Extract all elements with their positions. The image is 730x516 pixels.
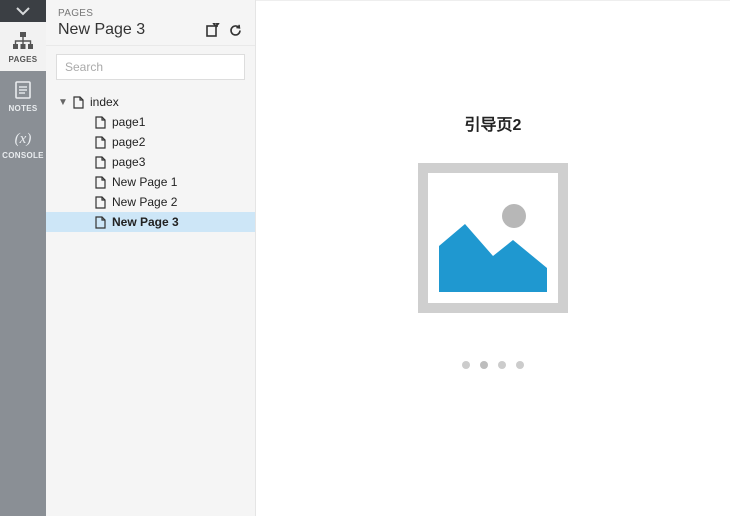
tree-folder-index[interactable]: ▼ index: [46, 92, 255, 112]
tree-item-label: page2: [112, 135, 145, 149]
preview-title: 引导页2: [465, 111, 522, 135]
tree-item[interactable]: page3: [46, 152, 255, 172]
refresh-icon[interactable]: [228, 23, 243, 38]
page-icon: [92, 196, 108, 209]
chevron-down-icon: [16, 6, 30, 16]
canvas[interactable]: 引导页2: [256, 0, 730, 516]
preview-block: 引导页2: [418, 111, 568, 369]
page-icon: [92, 136, 108, 149]
page-icon: [92, 156, 108, 169]
pages-panel: PAGES New Page 3 ▼ index: [46, 0, 256, 516]
variable-icon: (x): [11, 129, 35, 147]
tree-item-label: page1: [112, 115, 145, 129]
pager-dot[interactable]: [516, 361, 524, 369]
image-placeholder-graphic: [439, 184, 547, 292]
panel-title: New Page 3: [58, 21, 145, 39]
search-input[interactable]: [56, 54, 245, 80]
rail-tab-label: CONSOLE: [2, 151, 44, 160]
rail-tab-label: PAGES: [9, 55, 38, 64]
rail-tab-notes[interactable]: NOTES: [0, 71, 46, 120]
page-icon: [92, 116, 108, 129]
tree-item-label: New Page 3: [112, 215, 179, 229]
page-icon: [92, 176, 108, 189]
tree-item-label: New Page 1: [112, 175, 177, 189]
tree-item-label: page3: [112, 155, 145, 169]
pager-dot[interactable]: [498, 361, 506, 369]
tree-item[interactable]: New Page 2: [46, 192, 255, 212]
image-placeholder[interactable]: [418, 163, 568, 313]
page-tree: ▼ index page1 page2 page3 New Page 1: [46, 88, 255, 516]
panel-overline: PAGES: [58, 8, 243, 19]
tree-item[interactable]: page1: [46, 112, 255, 132]
left-rail: PAGES NOTES (x) CONSOLE: [0, 0, 46, 516]
panel-header: PAGES New Page 3: [46, 0, 255, 46]
svg-text:(x): (x): [15, 131, 32, 147]
tree-item-label: New Page 2: [112, 195, 177, 209]
pager-dot[interactable]: [462, 361, 470, 369]
rail-tab-console[interactable]: (x) CONSOLE: [0, 120, 46, 167]
search-container: [46, 46, 255, 88]
page-icon: [70, 96, 86, 109]
page-icon: [92, 216, 108, 229]
pager-dots: [462, 361, 524, 369]
caret-down-icon[interactable]: ▼: [56, 97, 70, 108]
notes-icon: [13, 80, 33, 100]
export-icon[interactable]: [205, 23, 220, 38]
sitemap-icon: [12, 31, 34, 51]
pager-dot[interactable]: [480, 361, 488, 369]
tree-item-label: index: [90, 95, 119, 109]
rail-tab-label: NOTES: [8, 104, 37, 113]
tree-item[interactable]: New Page 3: [46, 212, 255, 232]
rail-collapse-button[interactable]: [0, 0, 46, 22]
tree-item[interactable]: page2: [46, 132, 255, 152]
tree-item[interactable]: New Page 1: [46, 172, 255, 192]
rail-tab-pages[interactable]: PAGES: [0, 22, 46, 71]
